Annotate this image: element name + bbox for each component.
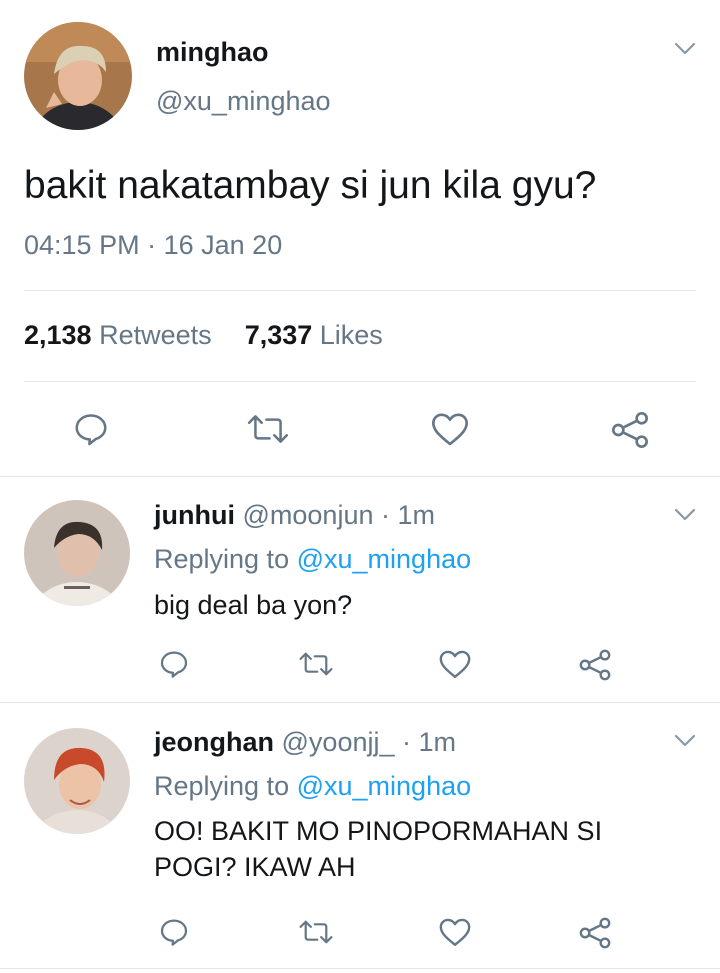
like-icon[interactable] (430, 410, 470, 448)
display-name[interactable]: minghao (156, 37, 269, 68)
reply-header: jeonghan @yoonjj_ · 1m (154, 727, 456, 758)
replying-to: Replying to @xu_minghao (154, 544, 471, 575)
share-icon[interactable] (610, 410, 650, 450)
handle[interactable]: @moonjun (243, 500, 374, 530)
reply-header: junhui @moonjun · 1m (154, 500, 435, 531)
like-icon[interactable] (438, 916, 472, 948)
replying-to-link[interactable]: @xu_minghao (297, 771, 472, 801)
reply-icon[interactable] (72, 410, 110, 448)
display-name[interactable]: jeonghan (154, 727, 274, 757)
reply-icon[interactable] (158, 648, 190, 680)
likes-label: Likes (319, 320, 383, 350)
reply-time: 1m (418, 727, 457, 757)
tweet-stats: 2,138 Retweets 7,337 Likes (24, 320, 383, 351)
divider (0, 968, 720, 969)
reply-time: 1m (397, 500, 436, 530)
tweet-time: 04:15 PM (24, 230, 140, 260)
replying-to: Replying to @xu_minghao (154, 771, 471, 802)
tweet-text: bakit nakatambay si jun kila gyu? (24, 164, 597, 207)
divider (24, 290, 696, 291)
retweet-icon[interactable] (298, 648, 334, 680)
like-icon[interactable] (438, 648, 472, 680)
handle[interactable]: @xu_minghao (156, 86, 331, 117)
divider (24, 381, 696, 382)
tweet-date: 16 Jan 20 (163, 230, 283, 260)
share-icon[interactable] (578, 916, 612, 950)
date-separator: · (147, 230, 157, 260)
time-separator: · (381, 500, 390, 530)
chevron-down-icon[interactable] (674, 734, 696, 748)
display-name[interactable]: junhui (154, 500, 235, 530)
retweet-icon[interactable] (298, 916, 334, 948)
avatar[interactable] (24, 728, 130, 834)
divider (0, 702, 720, 703)
divider (0, 476, 720, 477)
reply-text-line-2: POGI? IKAW AH (154, 852, 356, 882)
avatar[interactable] (24, 500, 130, 606)
likes-stat[interactable]: 7,337 Likes (245, 320, 383, 350)
likes-count: 7,337 (244, 320, 313, 350)
replying-prefix: Replying to (154, 771, 290, 801)
retweet-icon[interactable] (246, 410, 290, 448)
reply-text: big deal ba yon? (154, 590, 353, 620)
handle[interactable]: @yoonjj_ (282, 727, 395, 757)
share-icon[interactable] (578, 648, 612, 682)
reply-icon[interactable] (158, 916, 190, 948)
reply-text-line-1: OO! BAKIT MO PINOPORMAHAN SI (154, 816, 603, 846)
retweets-stat[interactable]: 2,138 Retweets (24, 320, 219, 350)
retweets-count: 2,138 (24, 320, 92, 350)
replying-to-link[interactable]: @xu_minghao (297, 544, 472, 574)
chevron-down-icon[interactable] (674, 508, 696, 522)
retweets-label: Retweets (99, 320, 212, 350)
avatar[interactable] (24, 22, 132, 130)
replying-prefix: Replying to (154, 544, 290, 574)
tweet-timestamp: 04:15 PM · 16 Jan 20 (24, 230, 282, 261)
time-separator: · (402, 727, 412, 757)
chevron-down-icon[interactable] (674, 42, 696, 56)
